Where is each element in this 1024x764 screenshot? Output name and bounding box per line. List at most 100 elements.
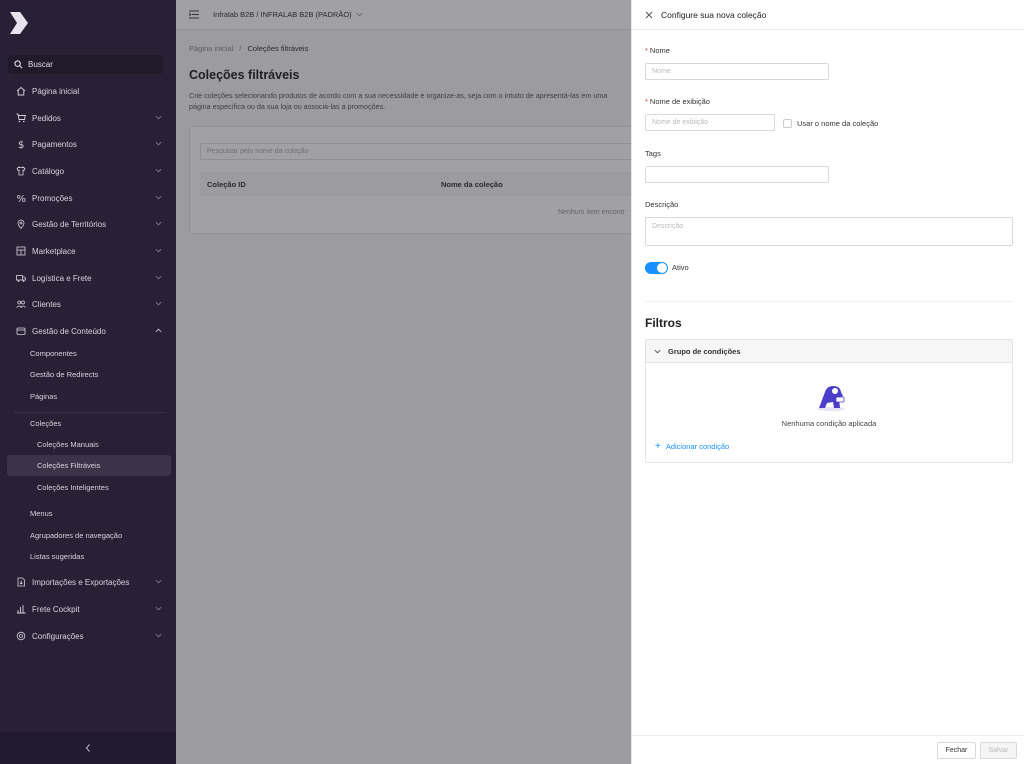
chevron-down-icon <box>155 115 162 120</box>
sidebar-item-marketplace[interactable]: Marketplace <box>0 240 176 262</box>
sidebar-subitem-agrupadores[interactable]: Agrupadores de navegação <box>30 526 122 544</box>
sidebar-item-label: Gestão de Conteúdo <box>32 326 106 336</box>
svg-text:$: $ <box>18 140 24 149</box>
tags-input[interactable] <box>645 166 829 183</box>
chevron-down-icon <box>654 349 661 353</box>
tags-label: Tags <box>645 149 661 158</box>
map-pin-icon <box>17 219 25 229</box>
name-input[interactable]: Nome <box>645 63 829 80</box>
content-icon <box>16 327 26 335</box>
home-icon <box>16 86 26 96</box>
sidebar-item-conteudo[interactable]: Gestão de Conteúdo <box>0 320 176 342</box>
sidebar-subitem-colecoes-inteligentes[interactable]: Coleções Inteligentes <box>37 478 109 496</box>
chevron-down-icon <box>155 168 162 173</box>
truck-icon <box>16 275 26 282</box>
sidebar-item-label: Frete Cockpit <box>32 604 80 614</box>
svg-text:%: % <box>17 194 27 203</box>
sidebar-item-label: Configurações <box>32 631 84 641</box>
percent-icon: % <box>17 194 27 203</box>
sidebar-item-home[interactable]: Página inicial <box>0 80 176 102</box>
active-label: Ativo <box>672 263 689 272</box>
drawer-header: Configure sua nova coleção <box>632 0 1024 30</box>
chevron-down-icon <box>155 633 162 638</box>
empty-conditions-text: Nenhuma condição aplicada <box>781 419 877 428</box>
new-collection-drawer: Configure sua nova coleção * Nome Nome * N… <box>631 0 1024 764</box>
description-textarea[interactable]: Descrição <box>645 217 1013 246</box>
sidebar-subitem-listas[interactable]: Listas sugeridas <box>30 547 84 565</box>
sidebar-item-label: Promoções <box>32 193 73 203</box>
chevron-down-icon <box>155 221 162 226</box>
sidebar-item-logistica[interactable]: Logística e Frete <box>0 267 176 289</box>
sidebar-item-clientes[interactable]: Clientes <box>0 293 176 315</box>
add-condition-label: Adicionar condição <box>665 442 730 451</box>
sidebar-divider <box>14 412 164 413</box>
sidebar-subitem-colecoes[interactable]: Coleções <box>30 414 61 432</box>
sidebar-item-label: Importações e Exportações <box>32 577 130 587</box>
sidebar-item-label: Pedidos <box>32 113 61 123</box>
sidebar-collapse-button[interactable] <box>0 732 176 764</box>
store-icon <box>16 246 26 256</box>
chevron-down-icon <box>155 606 162 611</box>
users-icon <box>16 300 26 308</box>
drawer-title: Configure sua nova coleção <box>661 9 767 20</box>
chevron-down-icon <box>155 579 162 584</box>
name-label: * Nome <box>645 46 670 55</box>
chevron-down-icon <box>155 141 162 146</box>
sidebar-item-label: Marketplace <box>32 246 76 256</box>
sidebar-subitem-redirects[interactable]: Gestão de Redirects <box>30 365 98 383</box>
chevron-down-icon <box>155 275 162 280</box>
chevron-up-icon <box>155 328 162 333</box>
close-button[interactable]: Fechar <box>937 742 976 759</box>
display-name-input[interactable]: Nome de exibição <box>645 114 775 131</box>
cart-icon <box>16 113 26 123</box>
display-name-label-text: Nome de exibição <box>649 97 710 106</box>
condition-group-label: Grupo de condições <box>668 346 741 356</box>
description-label: Descrição <box>645 200 679 209</box>
sidebar-item-label: Gestão de Territórios <box>32 219 107 229</box>
sidebar-item-territorios[interactable]: Gestão de Territórios <box>0 213 176 235</box>
section-divider <box>645 301 1013 302</box>
import-icon <box>17 577 25 587</box>
condition-group: Grupo de condições Nenhuma condição apli… <box>645 339 1013 463</box>
sidebar-item-label: Clientes <box>32 299 61 309</box>
chevron-left-icon <box>85 744 90 752</box>
sidebar-search[interactable]: Buscar <box>8 55 163 74</box>
chevron-down-icon <box>155 248 162 253</box>
name-label-text: Nome <box>649 46 670 55</box>
sidebar-item-pedidos[interactable]: Pedidos <box>0 107 176 129</box>
filters-title: Filtros <box>645 316 682 330</box>
close-icon[interactable] <box>645 11 653 19</box>
sidebar-item-frete-cockpit[interactable]: Frete Cockpit <box>0 598 176 620</box>
search-icon <box>14 60 23 69</box>
sidebar-item-importacoes[interactable]: Importações e Exportações <box>0 571 176 593</box>
display-name-label: * Nome de exibição <box>645 97 710 106</box>
add-condition-button[interactable]: + Adicionar condição <box>655 441 729 452</box>
sidebar-item-label: Pagamentos <box>32 139 77 149</box>
dollar-icon: $ <box>18 140 24 149</box>
chevron-down-icon <box>155 301 162 306</box>
chart-icon <box>17 605 26 614</box>
use-collection-name-checkbox[interactable] <box>783 119 792 128</box>
sidebar-item-configuracoes[interactable]: Configurações <box>0 625 176 647</box>
active-toggle[interactable] <box>645 262 668 274</box>
shirt-icon <box>16 166 26 176</box>
empty-state-illustration-icon <box>817 386 845 411</box>
sidebar-item-label: Catálogo <box>32 166 65 176</box>
sidebar-item-catalogo[interactable]: Catálogo <box>0 160 176 182</box>
sidebar-subitem-paginas[interactable]: Páginas <box>30 387 57 405</box>
sidebar-subitem-componentes[interactable]: Componentes <box>30 344 77 362</box>
sidebar-item-promocoes[interactable]: % Promoções <box>0 187 176 209</box>
save-button[interactable]: Salvar <box>980 742 1017 759</box>
plus-icon: + <box>655 441 661 452</box>
sidebar-item-pagamentos[interactable]: $ Pagamentos <box>0 133 176 155</box>
chevron-down-icon <box>155 195 162 200</box>
logo-icon[interactable] <box>8 10 30 36</box>
modal-backdrop[interactable] <box>176 0 631 764</box>
condition-group-header[interactable]: Grupo de condições <box>646 340 1012 363</box>
sidebar-item-label: Logística e Frete <box>32 273 92 283</box>
sidebar-subitem-colecoes-filtraveis[interactable]: Coleções Filtráveis <box>37 456 100 474</box>
sidebar-search-label: Buscar <box>28 60 53 69</box>
sidebar-subitem-menus[interactable]: Menus <box>30 504 53 522</box>
drawer-footer: Fechar Salvar <box>632 735 1024 764</box>
sidebar-subitem-colecoes-manuais[interactable]: Coleções Manuais <box>37 435 99 453</box>
